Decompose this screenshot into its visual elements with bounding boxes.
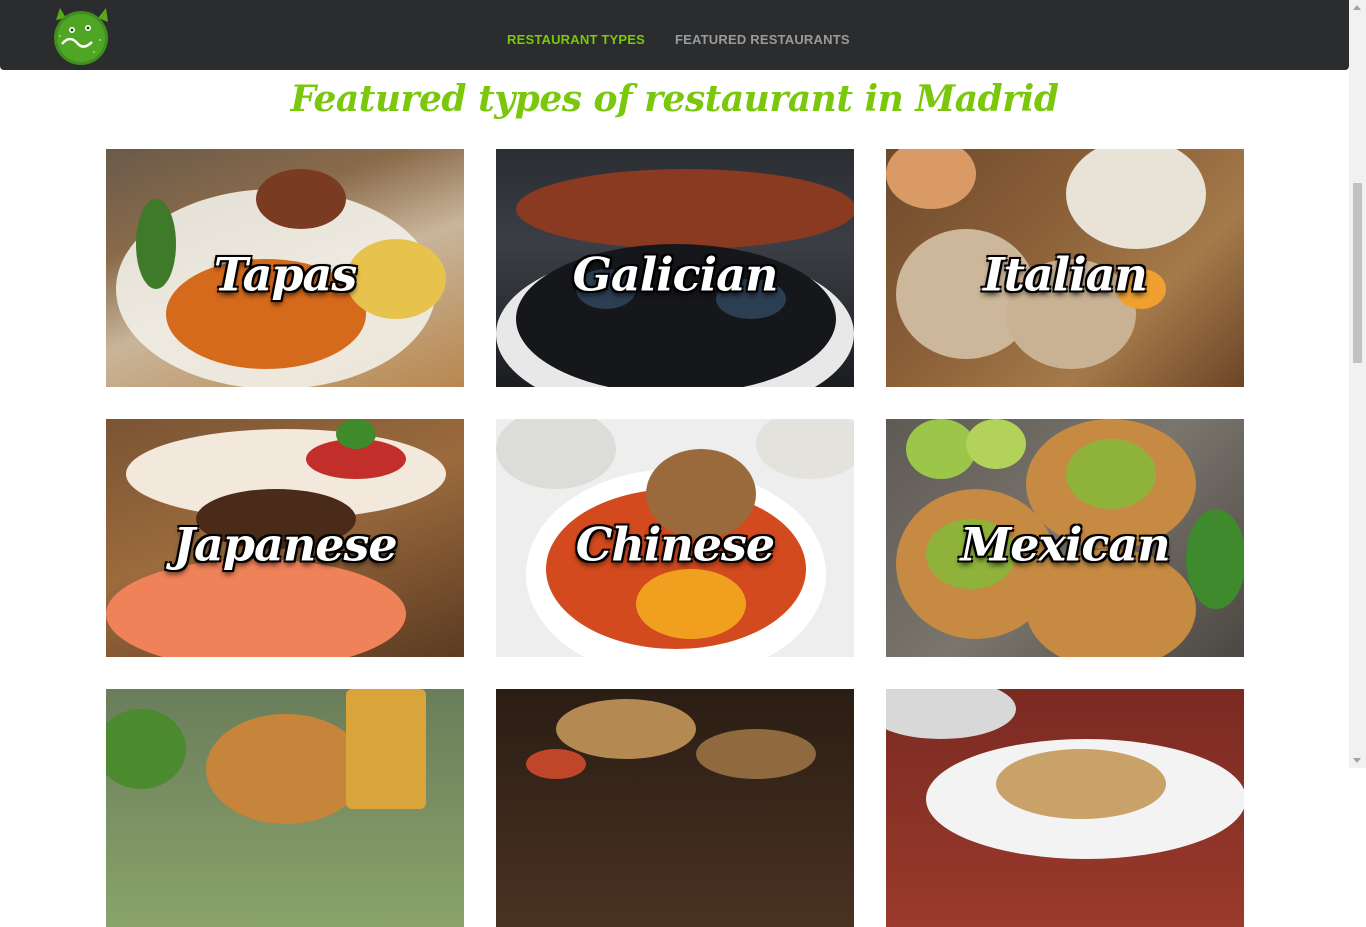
card-chinese[interactable]: Chinese	[496, 419, 854, 657]
scroll-thumb[interactable]	[1353, 183, 1362, 363]
card-italian[interactable]: Italian	[886, 149, 1244, 387]
top-navbar: RESTAURANT TYPES FEATURED RESTAURANTS	[0, 0, 1349, 70]
card-japanese[interactable]: Japanese	[106, 419, 464, 657]
monster-logo-icon[interactable]	[48, 6, 114, 66]
card-label: Galician	[572, 247, 779, 302]
card-tapas[interactable]: Tapas	[106, 149, 464, 387]
page-scrollbar[interactable]	[1349, 0, 1366, 768]
card-burger[interactable]	[106, 689, 464, 927]
nav-featured-restaurants[interactable]: FEATURED RESTAURANTS	[675, 32, 850, 47]
card-label: Tapas	[213, 247, 358, 302]
nav-restaurant-types[interactable]: RESTAURANT TYPES	[507, 32, 645, 47]
scroll-down-icon[interactable]	[1353, 758, 1361, 763]
card-mexican[interactable]: Mexican	[886, 419, 1244, 657]
card-label: Japanese	[173, 517, 397, 572]
card-label: Chinese	[575, 517, 775, 572]
page-title: Featured types of restaurant in Madrid	[290, 78, 1059, 120]
card-indian[interactable]	[496, 689, 854, 927]
card-galician[interactable]: Galician	[496, 149, 854, 387]
card-label: Mexican	[960, 517, 1170, 572]
scroll-up-icon[interactable]	[1353, 5, 1361, 10]
card-label: Italian	[983, 247, 1148, 302]
card-thai[interactable]	[886, 689, 1244, 927]
